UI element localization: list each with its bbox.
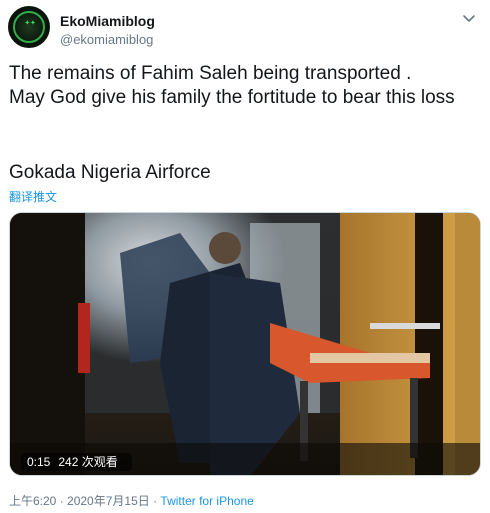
tweet-time[interactable]: 上午6:20 <box>9 494 56 508</box>
tweet-date[interactable]: 2020年7月15日 <box>67 494 150 508</box>
translate-tweet-link[interactable]: 翻译推文 <box>9 188 57 205</box>
video-frame-image <box>10 213 480 475</box>
tweet-source-link[interactable]: Twitter for iPhone <box>160 494 253 508</box>
video-meta-overlay: 0:15 242 次观看 <box>21 453 132 471</box>
tweet-footer: 上午6:20 · 2020年7月15日 · Twitter for iPhone <box>9 492 254 509</box>
tweet-text-tags: Gokada Nigeria Airforce <box>9 162 211 183</box>
video-view-count: 242 次观看 <box>58 455 118 469</box>
author-display-name[interactable]: EkoMiamiblog <box>60 13 155 29</box>
author-handle[interactable]: @ekomiamiblog <box>60 32 153 47</box>
video-player[interactable]: 0:15 242 次观看 <box>9 212 481 476</box>
footer-separator: · <box>56 494 68 508</box>
tweet-header: ✦✦ EkoMiamiblog @ekomiamiblog <box>8 6 482 50</box>
avatar[interactable]: ✦✦ <box>8 6 50 48</box>
video-duration: 0:15 <box>27 455 51 469</box>
chevron-down-icon[interactable] <box>462 12 476 26</box>
footer-separator: · <box>149 494 161 508</box>
brand-logo-icon: ✦✦ <box>24 19 36 27</box>
tweet-text: The remains of Fahim Saleh being transpo… <box>9 63 455 108</box>
tweet-card: ✦✦ EkoMiamiblog @ekomiamiblog The remain… <box>0 0 490 513</box>
